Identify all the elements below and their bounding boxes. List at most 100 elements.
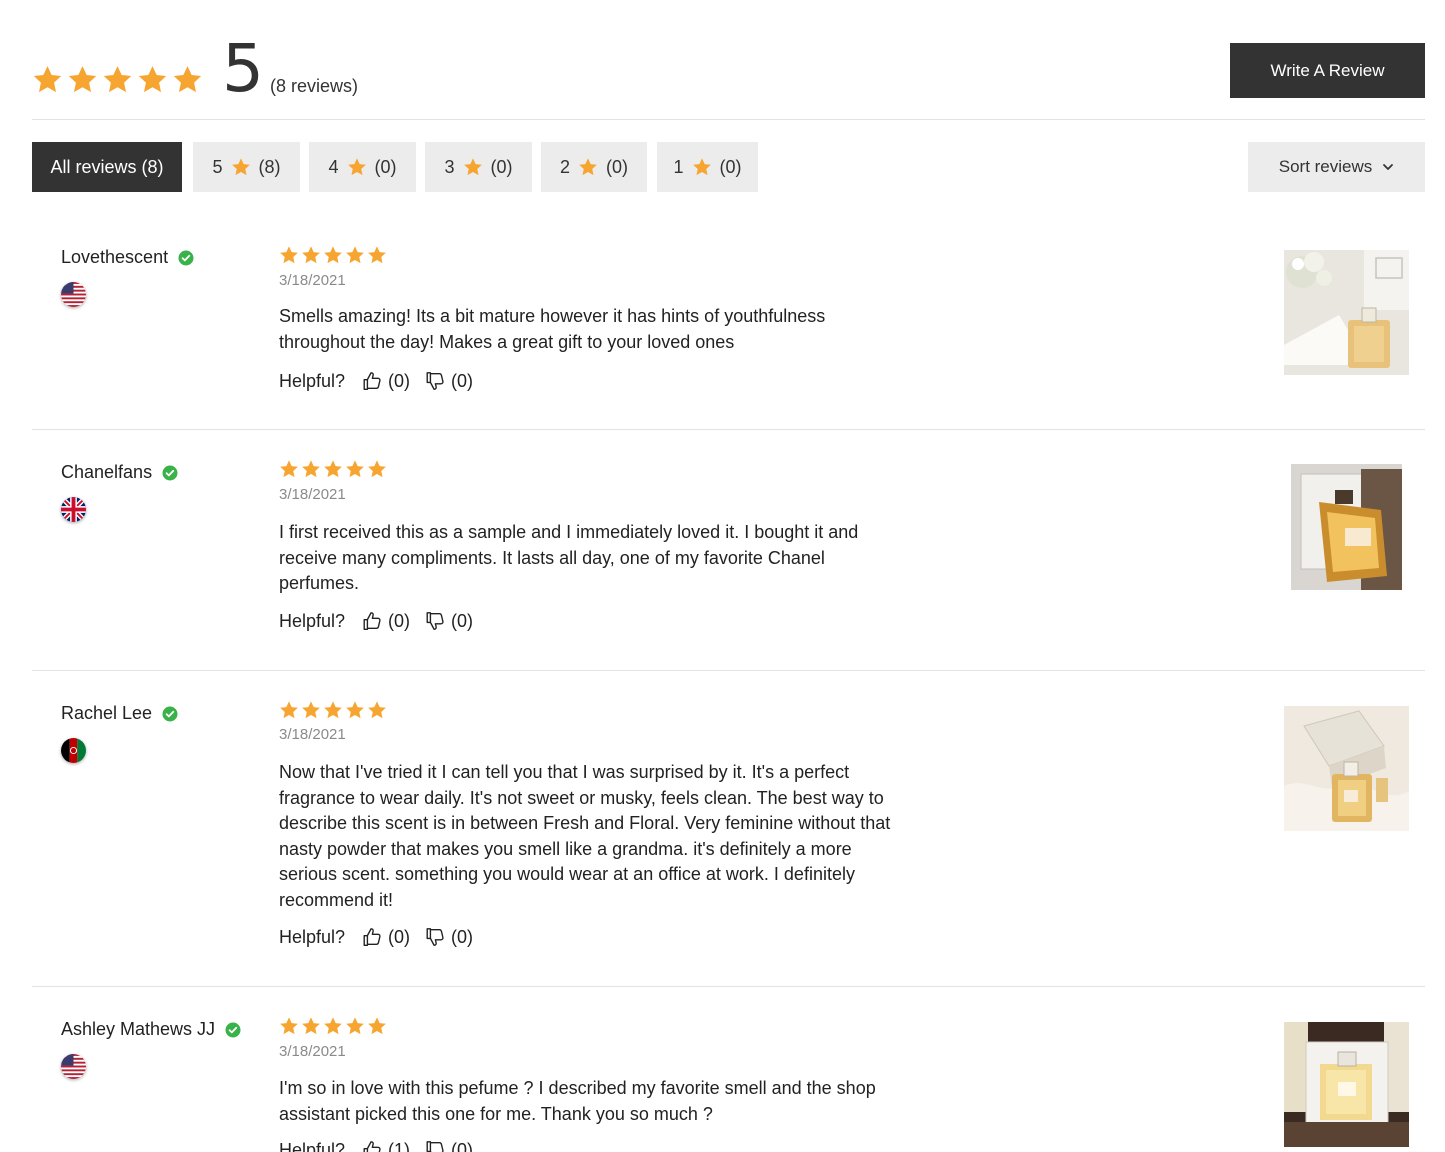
helpful-yes-count: (0)	[388, 610, 411, 631]
perfume-photo-image	[1284, 1022, 1409, 1147]
helpful-votes: Helpful? (0) (0)	[279, 370, 487, 392]
star-icon	[279, 700, 299, 720]
filter-3-stars[interactable]: 3 (0)	[425, 142, 532, 192]
filter-rating-label: 3	[444, 156, 455, 177]
filter-2-stars[interactable]: 2 (0)	[541, 142, 647, 192]
review-item: Rachel Lee 3/18/2021 Now that I've tried…	[32, 671, 1425, 987]
star-icon	[137, 64, 168, 95]
helpful-yes-button[interactable]: (0)	[361, 610, 410, 632]
filter-rating-count: (0)	[719, 156, 742, 177]
review-photo[interactable]	[1284, 1022, 1409, 1147]
chevron-down-icon	[1383, 164, 1394, 170]
thumbs-down-icon	[424, 610, 446, 632]
helpful-no-button[interactable]: (0)	[424, 370, 473, 392]
perfume-photo-image	[1284, 706, 1409, 831]
author-name: Rachel Lee	[61, 703, 153, 723]
star-icon	[279, 1016, 299, 1036]
helpful-yes-button[interactable]: (0)	[361, 370, 410, 392]
author-name: Chanelfans	[61, 462, 153, 482]
author-name: Ashley Mathews JJ	[61, 1019, 216, 1039]
star-icon	[463, 157, 483, 177]
filter-1-star[interactable]: 1 (0)	[657, 142, 758, 192]
star-icon	[345, 245, 365, 265]
sort-reviews-label: Sort reviews	[1278, 157, 1373, 176]
star-icon	[323, 1016, 343, 1036]
verified-check-icon	[225, 1022, 241, 1038]
review-date: 3/18/2021	[279, 726, 346, 743]
star-icon	[102, 64, 133, 95]
afghanistan-flag-icon	[61, 738, 86, 763]
review-author: Chanelfans	[61, 462, 178, 483]
helpful-label: Helpful?	[279, 370, 346, 391]
helpful-label: Helpful?	[279, 926, 346, 947]
star-icon	[67, 64, 98, 95]
review-body: I'm so in love with this pefume ? I desc…	[279, 1078, 876, 1124]
thumbs-up-icon	[361, 370, 383, 392]
review-date: 3/18/2021	[279, 1043, 346, 1060]
star-icon	[345, 459, 365, 479]
star-icon	[345, 1016, 365, 1036]
star-icon	[367, 459, 387, 479]
helpful-yes-count: (0)	[388, 926, 411, 947]
helpful-votes: Helpful? (0) (0)	[279, 610, 487, 632]
star-icon	[301, 1016, 321, 1036]
star-icon	[578, 157, 598, 177]
thumbs-down-icon	[424, 926, 446, 948]
filter-5-stars[interactable]: 5 (8)	[193, 142, 300, 192]
review-photo[interactable]	[1291, 464, 1402, 590]
review-date: 3/18/2021	[279, 486, 346, 503]
filter-rating-label: 5	[212, 156, 223, 177]
review-body: I first received this as a sample and I …	[279, 522, 859, 593]
united-kingdom-flag-icon	[61, 497, 86, 522]
helpful-no-button[interactable]: (0)	[424, 926, 473, 948]
filter-rating-count: (0)	[490, 156, 513, 177]
filter-4-stars[interactable]: 4 (0)	[309, 142, 416, 192]
review-stars	[279, 1016, 387, 1036]
review-body: Now that I've tried it I can tell you th…	[279, 762, 891, 910]
star-icon	[172, 64, 203, 95]
star-icon	[323, 459, 343, 479]
verified-check-icon	[178, 250, 194, 266]
review-author: Lovethescent	[61, 247, 194, 268]
verified-check-icon	[162, 465, 178, 481]
average-rating-value: 5	[222, 30, 264, 107]
filter-rating-label: 2	[559, 156, 570, 177]
helpful-no-button[interactable]: (0)	[424, 1139, 473, 1152]
star-icon	[301, 700, 321, 720]
rating-filter-bar: All reviews (8) 5 (8) 4 (0) 3 (0) 2 (0) …	[32, 142, 1425, 192]
helpful-yes-count: (0)	[388, 370, 411, 391]
helpful-yes-button[interactable]: (0)	[361, 926, 410, 948]
helpful-no-count: (0)	[451, 1139, 474, 1152]
star-icon	[279, 245, 299, 265]
review-stars	[279, 700, 387, 720]
helpful-label: Helpful?	[279, 610, 346, 631]
helpful-label: Helpful?	[279, 1139, 346, 1152]
filter-all-reviews[interactable]: All reviews (8)	[32, 142, 182, 192]
review-stars	[279, 245, 387, 265]
review-item: Ashley Mathews JJ 3/18/2021 I'm so in lo…	[32, 987, 1425, 1152]
helpful-votes: Helpful? (0) (0)	[279, 926, 487, 948]
united-states-flag-icon	[61, 282, 86, 307]
filter-rating-label: 4	[328, 156, 339, 177]
review-stars	[279, 459, 387, 479]
review-photo[interactable]	[1284, 706, 1409, 831]
filter-rating-count: (0)	[374, 156, 397, 177]
review-count: (8 reviews)	[270, 76, 359, 96]
review-body: Smells amazing! Its a bit mature however…	[279, 306, 826, 352]
write-review-button[interactable]: Write A Review	[1230, 43, 1425, 98]
review-photo[interactable]	[1284, 250, 1409, 375]
review-author: Ashley Mathews JJ	[61, 1019, 241, 1040]
helpful-yes-button[interactable]: (1)	[361, 1139, 410, 1152]
average-rating-stars	[32, 64, 203, 95]
filter-rating-count: (0)	[606, 156, 628, 177]
thumbs-up-icon	[361, 926, 383, 948]
star-icon	[345, 700, 365, 720]
helpful-no-button[interactable]: (0)	[424, 610, 473, 632]
star-icon	[32, 64, 63, 95]
sort-reviews-dropdown[interactable]: Sort reviews	[1248, 142, 1425, 192]
star-icon	[347, 157, 367, 177]
star-icon	[279, 459, 299, 479]
helpful-no-count: (0)	[451, 370, 474, 391]
filter-all-label: All reviews (8)	[50, 156, 164, 177]
united-states-flag-icon	[61, 1054, 86, 1079]
